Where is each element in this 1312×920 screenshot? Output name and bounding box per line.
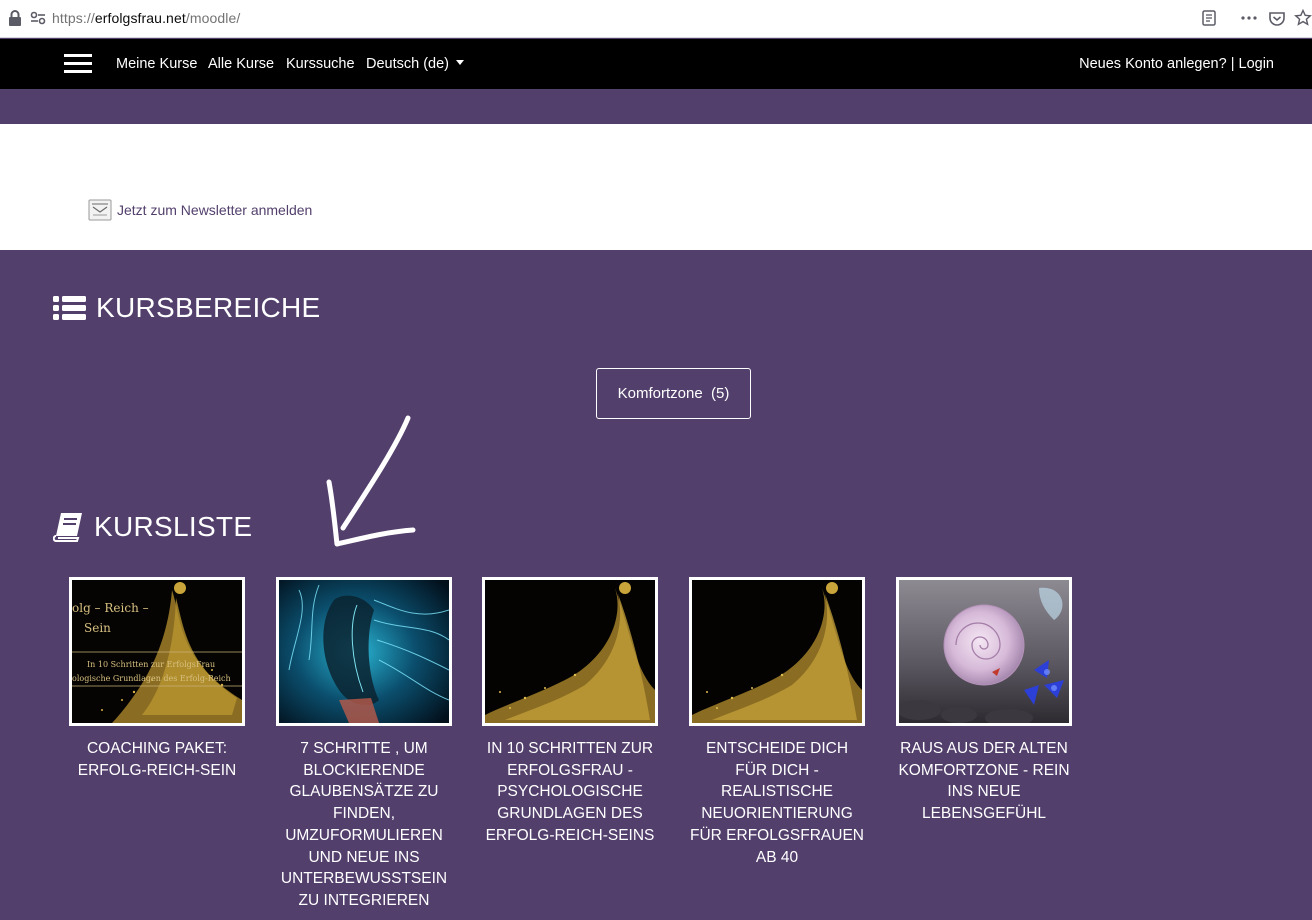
category-komfortzone-button[interactable]: Komfortzone (5) (596, 368, 751, 419)
nav-separator: | (1226, 56, 1239, 72)
course-card[interactable]: IN 10 SCHRITTEN ZUR ERFOLGSFRAU - PSYCHO… (482, 577, 658, 847)
courses-heading: KURSLISTE (53, 511, 252, 543)
newsletter-icon (88, 199, 112, 221)
categories-title: KURSBEREICHE (96, 292, 321, 323)
newsletter-band (0, 124, 1312, 250)
course-image-neuorientierung[interactable] (689, 577, 865, 726)
lock-icon (9, 10, 21, 26)
language-label: Deutsch (de) (366, 56, 450, 72)
account-links: Neues Konto anlegen? | Login (1079, 56, 1274, 72)
course-card[interactable]: olg – Reich – Sein In 10 Schritten zur E… (69, 577, 245, 781)
course-title-erfolgsfrau[interactable]: IN 10 SCHRITTEN ZUR ERFOLGSFRAU - PSYCHO… (482, 738, 658, 847)
login-link[interactable]: Login (1239, 56, 1274, 72)
hand-drawn-arrow-annotation (326, 415, 416, 547)
header-strip (0, 89, 1312, 124)
reader-view-icon[interactable] (1200, 9, 1218, 27)
thumb-text-line-2: Sein (84, 621, 111, 635)
bookmark-star-icon[interactable] (1294, 9, 1312, 27)
url-field[interactable]: https://erfolgsfrau.net/moodle/ (52, 10, 240, 26)
newsletter-label: Jetzt zum Newsletter anmelden (117, 202, 313, 218)
url-host: erfolgsfrau.net (94, 10, 186, 26)
course-image-erfolgsfrau[interactable] (482, 577, 658, 726)
book-icon (53, 513, 82, 542)
nav-all-courses[interactable]: Alle Kurse (208, 56, 274, 72)
nav-course-search[interactable]: Kurssuche (286, 56, 355, 72)
categories-heading: KURSBEREICHE (53, 292, 321, 324)
course-title-glaubenssaetze[interactable]: 7 SCHRITTE , UM BLOCKIERENDE GLAUBENSÄTZ… (276, 738, 452, 912)
course-card[interactable]: 7 SCHRITTE , UM BLOCKIERENDE GLAUBENSÄTZ… (276, 577, 452, 912)
pocket-icon[interactable] (1268, 9, 1286, 27)
thumb-text-line-1: olg – Reich – (72, 601, 149, 615)
caret-down-icon (456, 60, 465, 65)
url-scheme: https:// (52, 10, 95, 26)
browser-url-bar: https://erfolgsfrau.net/moodle/ (0, 0, 1312, 38)
course-card[interactable]: ENTSCHEIDE DICH FÜR DICH - REALISTISCHE … (689, 577, 865, 868)
newsletter-link[interactable]: Jetzt zum Newsletter anmelden (88, 198, 312, 222)
thumb-text-line-4: ologische Grundlagen des Erfolg-Reich (72, 674, 231, 683)
hamburger-menu-icon[interactable] (64, 54, 93, 76)
course-image-coaching[interactable]: olg – Reich – Sein In 10 Schritten zur E… (69, 577, 245, 726)
course-title-coaching[interactable]: COACHING PAKET: ERFOLG-REICH-SEIN (69, 738, 245, 781)
more-actions-icon[interactable] (1240, 9, 1258, 27)
course-card[interactable]: RAUS AUS DER ALTEN KOMFORTZONE - REIN IN… (896, 577, 1072, 825)
nav-my-courses[interactable]: Meine Kurse (116, 56, 197, 72)
course-title-neuorientierung[interactable]: ENTSCHEIDE DICH FÜR DICH - REALISTISCHE … (689, 738, 865, 868)
register-link[interactable]: Neues Konto anlegen? (1079, 56, 1227, 72)
url-path: /moodle/ (185, 10, 241, 26)
list-icon (53, 296, 86, 320)
permissions-icon[interactable] (30, 11, 46, 25)
courses-title: KURSLISTE (94, 511, 253, 542)
course-image-komfortzone[interactable] (896, 577, 1072, 726)
site-navbar: Meine Kurse Alle Kurse Kurssuche Deutsch… (0, 39, 1312, 89)
language-dropdown[interactable]: Deutsch (de) (366, 56, 465, 72)
course-image-glaubenssaetze[interactable] (276, 577, 452, 726)
thumb-text-line-3: In 10 Schritten zur ErfolgsFrau (87, 660, 215, 669)
course-title-komfortzone[interactable]: RAUS AUS DER ALTEN KOMFORTZONE - REIN IN… (896, 738, 1072, 825)
